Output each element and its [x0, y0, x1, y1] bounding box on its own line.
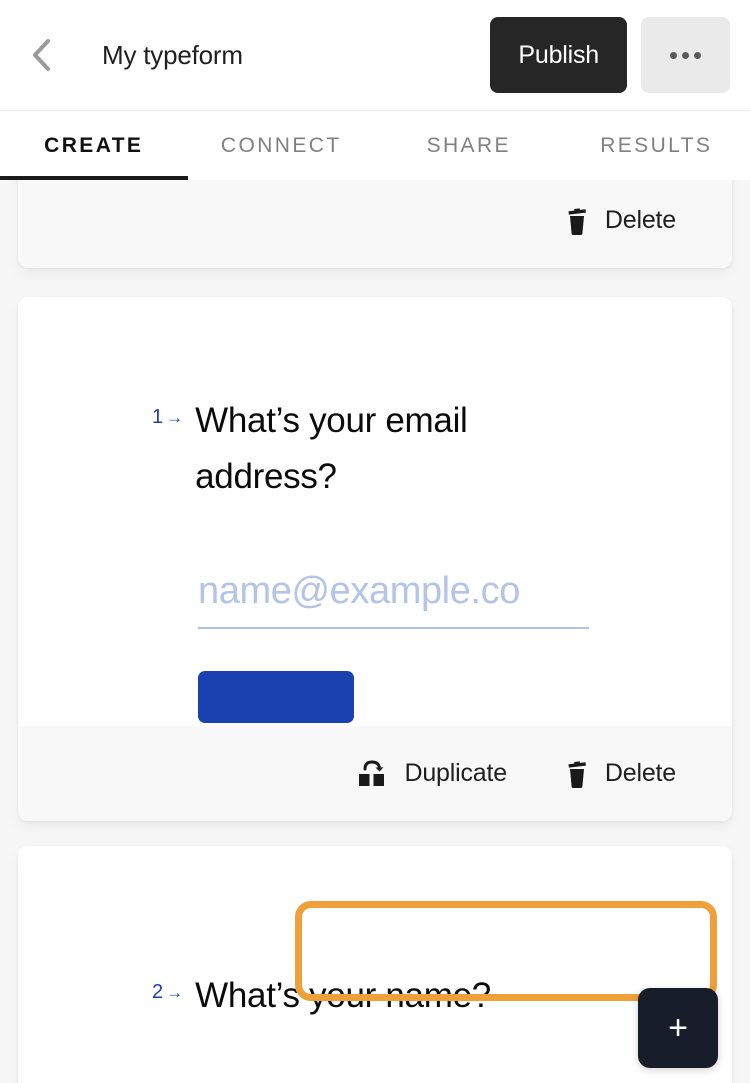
- arrow-right-icon: →: [166, 407, 184, 427]
- trash-icon: [565, 206, 589, 236]
- chevron-left-icon: [30, 38, 52, 72]
- tab-share[interactable]: SHARE: [375, 111, 563, 180]
- tab-connect[interactable]: CONNECT: [188, 111, 376, 180]
- add-question-button[interactable]: +: [638, 988, 718, 1068]
- delete-button[interactable]: Delete: [563, 202, 678, 240]
- question-number: 2: [152, 981, 164, 1003]
- main-tabs: CREATE CONNECT SHARE RESULTS: [0, 110, 750, 180]
- question-content: 1 → What’s your email address? name@exam…: [18, 297, 732, 728]
- duplicate-button[interactable]: Duplicate: [354, 755, 508, 793]
- question-heading: 2 → What’s your name?: [152, 968, 491, 1024]
- duplicate-icon: [356, 759, 388, 789]
- card-footer-toolbar: Delete: [18, 180, 732, 268]
- arrow-right-icon: →: [166, 982, 184, 1002]
- question-card-name[interactable]: 2 → What’s your name?: [18, 846, 732, 1083]
- page-title: My typeform: [102, 39, 243, 70]
- trash-icon: [565, 759, 589, 789]
- back-button[interactable]: [24, 38, 58, 72]
- delete-label: Delete: [604, 759, 676, 787]
- question-title[interactable]: What’s your name?: [195, 968, 491, 1024]
- app-header: My typeform Publish: [0, 0, 750, 110]
- question-canvas: Delete 1 → What’s your email address? na…: [0, 180, 750, 1083]
- tab-create[interactable]: CREATE: [0, 111, 188, 180]
- question-card-email[interactable]: 1 → What’s your email address? name@exam…: [18, 297, 732, 821]
- delete-button[interactable]: Delete: [563, 755, 678, 793]
- duplicate-label: Duplicate: [404, 759, 507, 787]
- question-content: 2 → What’s your name?: [18, 846, 732, 1083]
- tab-results[interactable]: RESULTS: [563, 111, 750, 180]
- submit-ok-button[interactable]: [198, 670, 354, 723]
- question-card-previous[interactable]: Delete: [18, 180, 732, 268]
- plus-icon: +: [668, 1009, 688, 1047]
- card-footer-toolbar-email: Duplicate Delete: [18, 726, 732, 821]
- question-number-badge: 2 →: [152, 968, 183, 1002]
- more-options-button[interactable]: [641, 17, 730, 93]
- publish-button[interactable]: Publish: [490, 17, 627, 93]
- input-underline: [198, 626, 589, 629]
- question-number-badge: 1 →: [152, 393, 183, 427]
- header-actions: Publish: [490, 17, 730, 93]
- question-heading: 1 → What’s your email address?: [152, 393, 732, 505]
- delete-label: Delete: [604, 206, 676, 234]
- ellipsis-icon: [670, 51, 701, 59]
- email-placeholder: name@example.co: [198, 570, 520, 612]
- email-answer-field[interactable]: name@example.co: [198, 570, 732, 629]
- question-number: 1: [152, 406, 164, 428]
- question-title[interactable]: What’s your email address?: [195, 393, 525, 505]
